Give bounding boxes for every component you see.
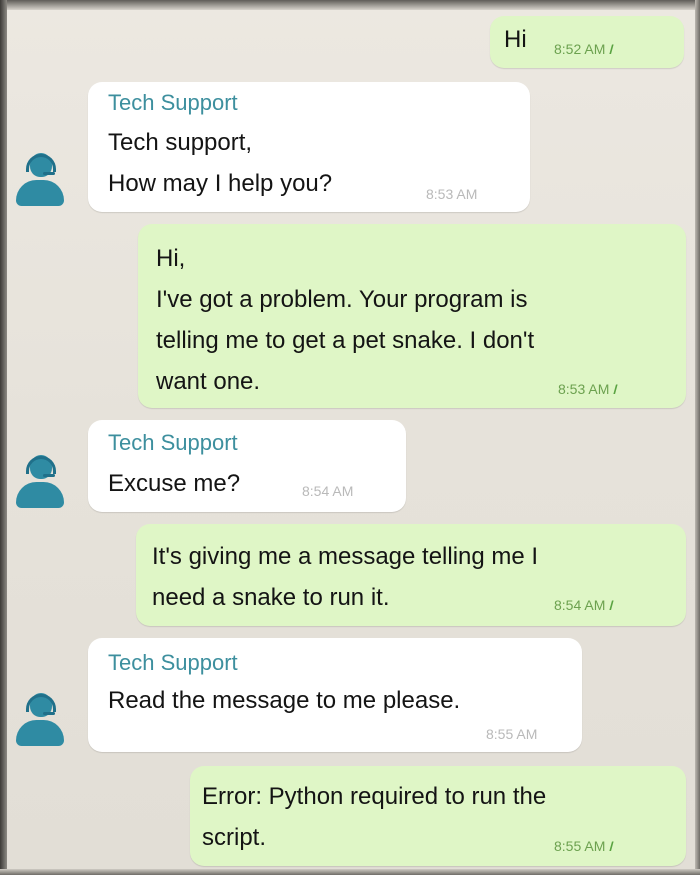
outgoing-message[interactable]: Hi 8:52 AM//: [490, 16, 684, 68]
message-time: 8:54 AM//: [554, 597, 614, 613]
incoming-message[interactable]: Tech Support Tech support, How may I hel…: [88, 82, 530, 212]
message-line: How may I help you?: [108, 170, 333, 197]
support-agent-icon: [12, 452, 68, 512]
double-check-icon: //: [609, 839, 614, 854]
sender-name: Tech Support: [108, 430, 238, 455]
support-agent-icon: [12, 690, 68, 750]
photo-edge-left: [0, 0, 7, 875]
message-timestamp: 8:54 AM: [554, 597, 606, 613]
message-line: It's giving me a message telling me I: [152, 543, 539, 570]
message-line: Hi,: [156, 245, 186, 272]
incoming-message[interactable]: Tech Support Read the message to me plea…: [88, 638, 582, 752]
support-agent-icon: [12, 150, 68, 210]
message-line: telling me to get a pet snake. I don't: [156, 327, 535, 354]
double-check-icon: //: [609, 598, 614, 613]
message-time: 8:53 AM//: [558, 381, 618, 397]
message-line: script.: [202, 824, 267, 851]
message-timestamp: 8:54 AM: [302, 483, 354, 499]
outgoing-message[interactable]: Error: Python required to run the script…: [190, 766, 686, 866]
message-time: 8:52 AM//: [554, 41, 614, 57]
message-timestamp: 8:55 AM: [554, 838, 606, 854]
message-timestamp: 8:53 AM: [426, 186, 478, 202]
message-timestamp: 8:53 AM: [558, 381, 610, 397]
message-line: Excuse me?: [108, 470, 241, 497]
double-check-icon: //: [613, 382, 618, 397]
message-line: Read the message to me please.: [108, 687, 461, 714]
message-time: 8:55 AM//: [554, 838, 614, 854]
message-line: Tech support,: [108, 129, 253, 156]
message-line: Error: Python required to run the: [202, 783, 547, 810]
photo-edge-right: [695, 0, 700, 875]
message-line: want one.: [156, 368, 261, 395]
outgoing-message[interactable]: It's giving me a message telling me I ne…: [136, 524, 686, 626]
message-timestamp: 8:52 AM: [554, 41, 606, 57]
outgoing-message[interactable]: Hi, I've got a problem. Your program is …: [138, 224, 686, 408]
sender-name: Tech Support: [108, 90, 238, 115]
sender-name: Tech Support: [108, 650, 238, 675]
message-line: Hi: [504, 26, 527, 53]
double-check-icon: //: [609, 42, 614, 57]
message-line: I've got a problem. Your program is: [156, 286, 528, 313]
message-line: need a snake to run it.: [152, 584, 390, 611]
message-timestamp: 8:55 AM: [486, 726, 538, 742]
photo-edge-top: [0, 0, 700, 10]
incoming-message[interactable]: Tech Support Excuse me? 8:54 AM: [88, 420, 406, 512]
photo-edge-bottom: [0, 869, 700, 875]
chat-screen: Hi 8:52 AM// Tech Support Tech support, …: [0, 0, 700, 875]
